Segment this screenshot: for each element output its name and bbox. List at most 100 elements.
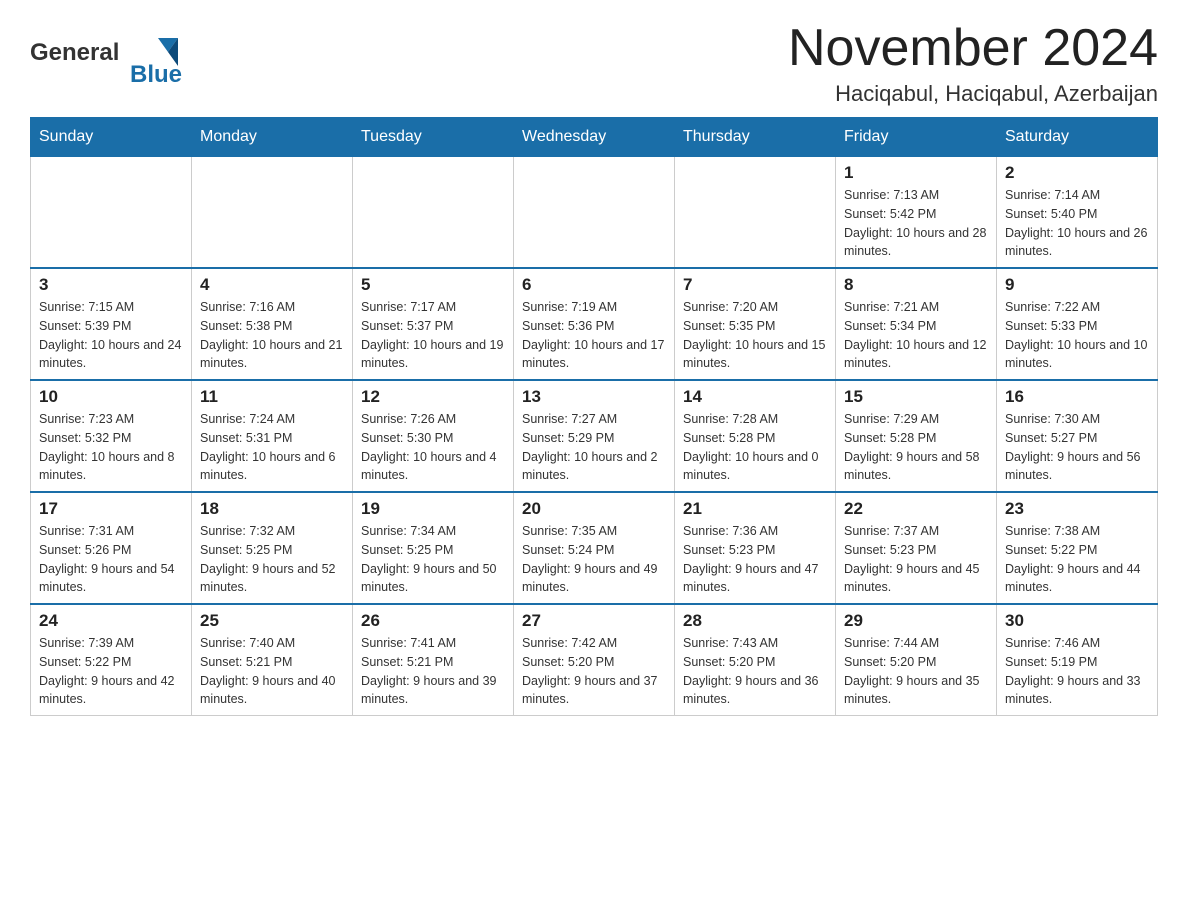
- day-info: Sunrise: 7:43 AMSunset: 5:20 PMDaylight:…: [683, 634, 827, 709]
- day-info: Sunrise: 7:40 AMSunset: 5:21 PMDaylight:…: [200, 634, 344, 709]
- day-number: 11: [200, 387, 344, 407]
- day-info: Sunrise: 7:39 AMSunset: 5:22 PMDaylight:…: [39, 634, 183, 709]
- day-number: 30: [1005, 611, 1149, 631]
- day-info: Sunrise: 7:44 AMSunset: 5:20 PMDaylight:…: [844, 634, 988, 709]
- week-row-3: 10Sunrise: 7:23 AMSunset: 5:32 PMDayligh…: [31, 380, 1158, 492]
- calendar-cell: 28 Sunrise: 7:43 AMSunset: 5:20 PMDayligh…: [675, 604, 836, 716]
- day-info: Sunrise: 7:34 AMSunset: 5:25 PMDaylight:…: [361, 522, 505, 597]
- calendar-cell: 29 Sunrise: 7:44 AMSunset: 5:20 PMDayligh…: [836, 604, 997, 716]
- logo: General Blue: [30, 30, 190, 95]
- calendar-cell: [514, 157, 675, 269]
- day-info: Sunrise: 7:41 AMSunset: 5:21 PMDaylight:…: [361, 634, 505, 709]
- day-number: 8: [844, 275, 988, 295]
- day-info: Sunrise: 7:15 AMSunset: 5:39 PMDaylight:…: [39, 298, 183, 373]
- day-of-week-tuesday: Tuesday: [353, 118, 514, 157]
- day-number: 24: [39, 611, 183, 631]
- day-info: Sunrise: 7:24 AMSunset: 5:31 PMDaylight:…: [200, 410, 344, 485]
- day-of-week-monday: Monday: [192, 118, 353, 157]
- day-info: Sunrise: 7:46 AMSunset: 5:19 PMDaylight:…: [1005, 634, 1149, 709]
- day-info: Sunrise: 7:28 AMSunset: 5:28 PMDaylight:…: [683, 410, 827, 485]
- day-number: 20: [522, 499, 666, 519]
- day-number: 15: [844, 387, 988, 407]
- day-number: 25: [200, 611, 344, 631]
- day-number: 29: [844, 611, 988, 631]
- day-number: 5: [361, 275, 505, 295]
- calendar-cell: 4 Sunrise: 7:16 AMSunset: 5:38 PMDaylight…: [192, 268, 353, 380]
- day-info: Sunrise: 7:21 AMSunset: 5:34 PMDaylight:…: [844, 298, 988, 373]
- day-info: Sunrise: 7:29 AMSunset: 5:28 PMDaylight:…: [844, 410, 988, 485]
- calendar-cell: 6 Sunrise: 7:19 AMSunset: 5:36 PMDaylight…: [514, 268, 675, 380]
- day-number: 18: [200, 499, 344, 519]
- calendar-cell: 30 Sunrise: 7:46 AMSunset: 5:19 PMDayligh…: [997, 604, 1158, 716]
- day-info: Sunrise: 7:14 AMSunset: 5:40 PMDaylight:…: [1005, 186, 1149, 261]
- calendar-cell: 14 Sunrise: 7:28 AMSunset: 5:28 PMDayligh…: [675, 380, 836, 492]
- day-number: 26: [361, 611, 505, 631]
- logo-general-text: General Blue: [30, 30, 190, 95]
- day-number: 23: [1005, 499, 1149, 519]
- week-row-1: 1 Sunrise: 7:13 AMSunset: 5:42 PMDaylight…: [31, 157, 1158, 269]
- header: General Blue November 2024 Haciqabul, Ha…: [30, 20, 1158, 107]
- calendar-cell: 12Sunrise: 7:26 AMSunset: 5:30 PMDayligh…: [353, 380, 514, 492]
- calendar-cell: 11 Sunrise: 7:24 AMSunset: 5:31 PMDayligh…: [192, 380, 353, 492]
- day-number: 9: [1005, 275, 1149, 295]
- day-info: Sunrise: 7:27 AMSunset: 5:29 PMDaylight:…: [522, 410, 666, 485]
- day-number: 14: [683, 387, 827, 407]
- day-number: 3: [39, 275, 183, 295]
- day-info: Sunrise: 7:26 AMSunset: 5:30 PMDaylight:…: [361, 410, 505, 485]
- svg-text:General: General: [30, 39, 119, 66]
- calendar-cell: 21 Sunrise: 7:36 AMSunset: 5:23 PMDayligh…: [675, 492, 836, 604]
- day-info: Sunrise: 7:42 AMSunset: 5:20 PMDaylight:…: [522, 634, 666, 709]
- calendar-cell: 19 Sunrise: 7:34 AMSunset: 5:25 PMDayligh…: [353, 492, 514, 604]
- day-number: 16: [1005, 387, 1149, 407]
- calendar-cell: 20 Sunrise: 7:35 AMSunset: 5:24 PMDayligh…: [514, 492, 675, 604]
- day-info: Sunrise: 7:38 AMSunset: 5:22 PMDaylight:…: [1005, 522, 1149, 597]
- day-info: Sunrise: 7:22 AMSunset: 5:33 PMDaylight:…: [1005, 298, 1149, 373]
- day-info: Sunrise: 7:36 AMSunset: 5:23 PMDaylight:…: [683, 522, 827, 597]
- day-of-week-thursday: Thursday: [675, 118, 836, 157]
- day-number: 4: [200, 275, 344, 295]
- day-info: Sunrise: 7:37 AMSunset: 5:23 PMDaylight:…: [844, 522, 988, 597]
- day-info: Sunrise: 7:35 AMSunset: 5:24 PMDaylight:…: [522, 522, 666, 597]
- week-row-4: 17 Sunrise: 7:31 AMSunset: 5:26 PMDayligh…: [31, 492, 1158, 604]
- calendar-cell: 1 Sunrise: 7:13 AMSunset: 5:42 PMDaylight…: [836, 157, 997, 269]
- days-header-row: SundayMondayTuesdayWednesdayThursdayFrid…: [31, 118, 1158, 157]
- month-title: November 2024: [788, 20, 1158, 77]
- calendar-cell: 13Sunrise: 7:27 AMSunset: 5:29 PMDayligh…: [514, 380, 675, 492]
- day-info: Sunrise: 7:13 AMSunset: 5:42 PMDaylight:…: [844, 186, 988, 261]
- calendar-table: SundayMondayTuesdayWednesdayThursdayFrid…: [30, 117, 1158, 716]
- day-info: Sunrise: 7:31 AMSunset: 5:26 PMDaylight:…: [39, 522, 183, 597]
- day-info: Sunrise: 7:16 AMSunset: 5:38 PMDaylight:…: [200, 298, 344, 373]
- day-of-week-friday: Friday: [836, 118, 997, 157]
- location-subtitle: Haciqabul, Haciqabul, Azerbaijan: [788, 81, 1158, 107]
- calendar-cell: 15 Sunrise: 7:29 AMSunset: 5:28 PMDayligh…: [836, 380, 997, 492]
- day-number: 6: [522, 275, 666, 295]
- day-info: Sunrise: 7:30 AMSunset: 5:27 PMDaylight:…: [1005, 410, 1149, 485]
- day-number: 27: [522, 611, 666, 631]
- week-row-2: 3 Sunrise: 7:15 AMSunset: 5:39 PMDaylight…: [31, 268, 1158, 380]
- day-info: Sunrise: 7:32 AMSunset: 5:25 PMDaylight:…: [200, 522, 344, 597]
- day-number: 7: [683, 275, 827, 295]
- title-area: November 2024 Haciqabul, Haciqabul, Azer…: [788, 20, 1158, 107]
- day-number: 21: [683, 499, 827, 519]
- day-number: 28: [683, 611, 827, 631]
- day-info: Sunrise: 7:19 AMSunset: 5:36 PMDaylight:…: [522, 298, 666, 373]
- calendar-cell: 27 Sunrise: 7:42 AMSunset: 5:20 PMDayligh…: [514, 604, 675, 716]
- calendar-cell: 22Sunrise: 7:37 AMSunset: 5:23 PMDayligh…: [836, 492, 997, 604]
- day-number: 10: [39, 387, 183, 407]
- calendar-cell: [353, 157, 514, 269]
- day-number: 1: [844, 163, 988, 183]
- calendar-cell: 23 Sunrise: 7:38 AMSunset: 5:22 PMDayligh…: [997, 492, 1158, 604]
- day-info: Sunrise: 7:17 AMSunset: 5:37 PMDaylight:…: [361, 298, 505, 373]
- day-number: 17: [39, 499, 183, 519]
- day-number: 19: [361, 499, 505, 519]
- day-of-week-wednesday: Wednesday: [514, 118, 675, 157]
- calendar-cell: 16 Sunrise: 7:30 AMSunset: 5:27 PMDayligh…: [997, 380, 1158, 492]
- calendar-cell: 24 Sunrise: 7:39 AMSunset: 5:22 PMDayligh…: [31, 604, 192, 716]
- day-of-week-saturday: Saturday: [997, 118, 1158, 157]
- calendar-cell: 5 Sunrise: 7:17 AMSunset: 5:37 PMDaylight…: [353, 268, 514, 380]
- day-of-week-sunday: Sunday: [31, 118, 192, 157]
- calendar-cell: 9 Sunrise: 7:22 AMSunset: 5:33 PMDaylight…: [997, 268, 1158, 380]
- calendar-cell: 17 Sunrise: 7:31 AMSunset: 5:26 PMDayligh…: [31, 492, 192, 604]
- svg-text:Blue: Blue: [130, 61, 182, 88]
- calendar-cell: 7Sunrise: 7:20 AMSunset: 5:35 PMDaylight…: [675, 268, 836, 380]
